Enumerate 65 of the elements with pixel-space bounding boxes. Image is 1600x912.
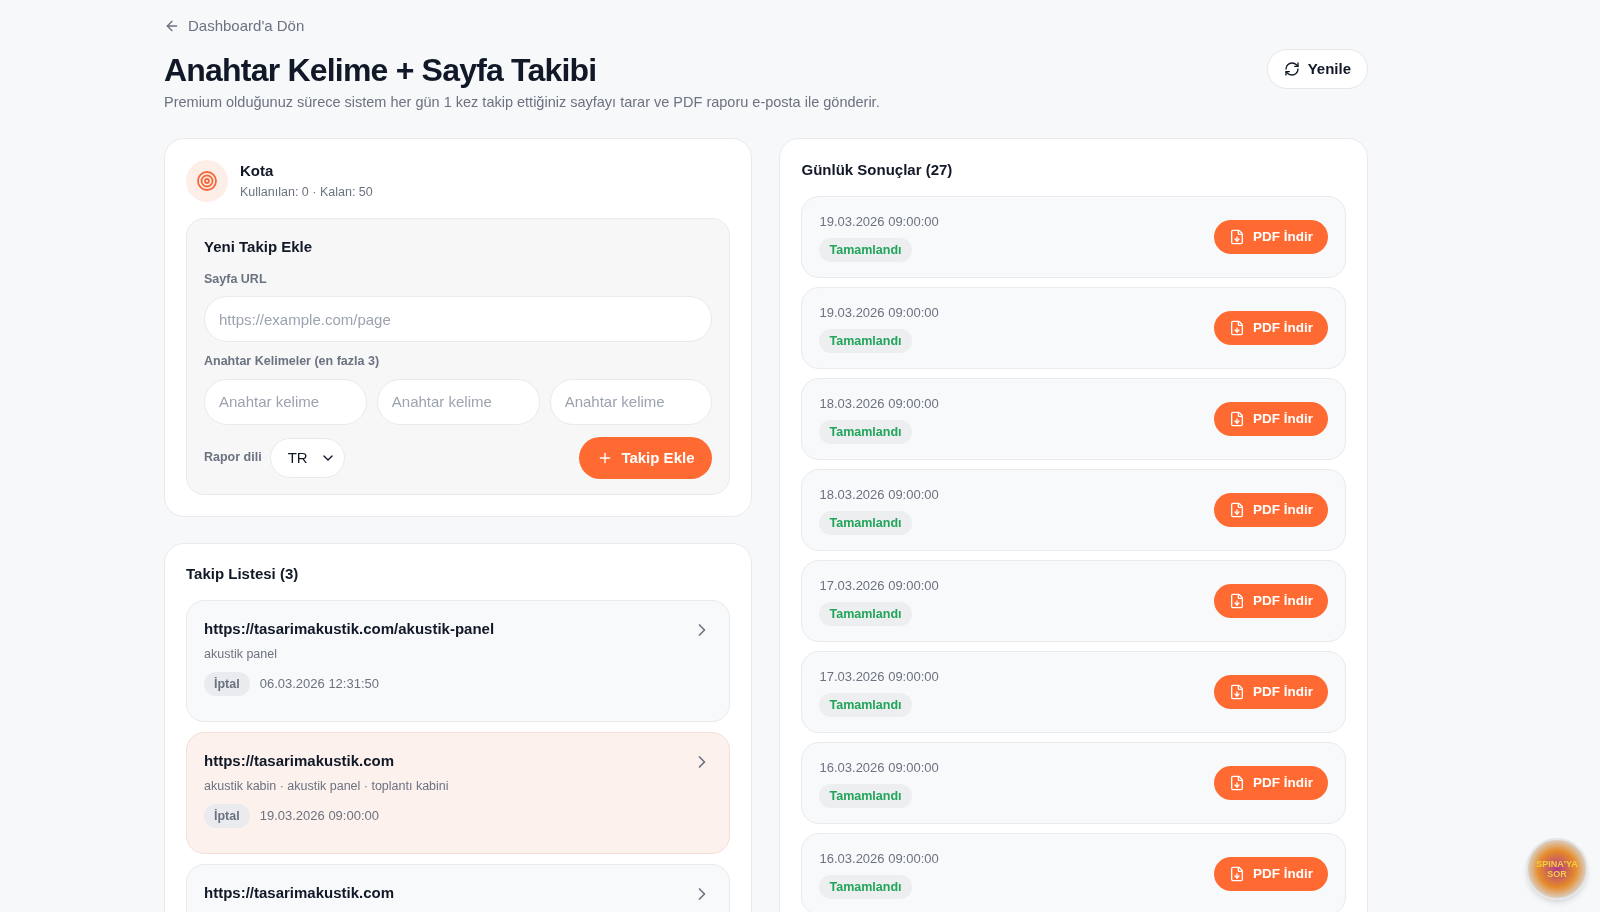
url-field[interactable]: https://example.com/page — [204, 296, 713, 342]
language-label: Rapor dili — [204, 449, 262, 467]
tracking-item[interactable]: https://tasarimakustik.com akustik kabin · akustik panel · toplantı kabini İptal 19.03.2026 09:00:00 — [186, 732, 731, 855]
status-badge: Tamamlandı — [819, 692, 912, 718]
tracking-item[interactable]: https://tasarimakustik.com/akustik-panel akustik panel İptal 06.03.2026 12:31:50 — [186, 600, 731, 723]
tracking-keywords: akustik kabin · akustik panel · toplantı kabini — [204, 777, 450, 795]
tracking-date: 19.03.2026 09:00:00 — [259, 807, 379, 826]
file-download-icon — [1229, 684, 1245, 701]
result-date: 18.03.2026 09:00:00 — [819, 395, 939, 414]
pdf-download-button[interactable]: PDF İndir — [1214, 857, 1328, 892]
page-subtitle: Premium olduğunuz sürece sistem her gün 1 kez takip ettiğiniz sayfayı tarar ve PDF raporu e-posta ile gönderir. — [164, 93, 880, 112]
file-download-icon — [1229, 411, 1245, 428]
file-download-icon — [1229, 775, 1245, 792]
tracking-url: https://tasarimakustik.com/akustik-panel — [204, 619, 495, 640]
result-date: 17.03.2026 09:00:00 — [819, 577, 939, 596]
page-title: Anahtar Kelime + Sayfa Takibi — [164, 51, 598, 90]
pdf-download-button[interactable]: PDF İndir — [1214, 584, 1328, 619]
keyword-field[interactable]: Anahtar kelime — [376, 378, 540, 425]
status-badge: Tamamlandı — [819, 510, 912, 536]
file-download-icon — [1229, 502, 1245, 519]
status-badge: Tamamlandı — [819, 783, 912, 809]
pdf-download-button[interactable]: PDF İndir — [1214, 402, 1328, 437]
pdf-download-button[interactable]: PDF İndir — [1214, 311, 1328, 346]
keyword-field[interactable]: Anahtar kelime — [204, 378, 367, 425]
result-date: 18.03.2026 09:00:00 — [819, 486, 939, 505]
pdf-download-button[interactable]: PDF İndir — [1214, 220, 1328, 255]
quota-detail: Kullanılan: 0 · Kalan: 50 — [240, 183, 373, 201]
status-badge: İptal — [204, 671, 250, 697]
tracking-url: https://tasarimakustik.com — [204, 751, 395, 772]
new-tracking-title: Yeni Takip Ekle — [204, 236, 314, 257]
status-badge: Tamamlandı — [819, 328, 912, 354]
status-badge: Tamamlandı — [819, 419, 912, 445]
tracking-list-title: Takip Listesi (3) — [186, 563, 300, 584]
back-link[interactable]: Dashboard'a Dön — [164, 16, 1368, 36]
status-badge: Tamamlandı — [819, 874, 912, 900]
result-date: 19.03.2026 09:00:00 — [819, 213, 939, 232]
tracking-keywords: akustik panel — [204, 645, 278, 663]
file-download-icon — [1229, 320, 1245, 337]
pdf-download-button[interactable]: PDF İndir — [1214, 493, 1328, 528]
target-icon — [186, 159, 228, 202]
file-download-icon — [1229, 866, 1245, 883]
status-badge: İptal — [204, 803, 250, 829]
tracking-url: https://tasarimakustik.com — [204, 883, 395, 904]
assistant-button[interactable]: SPINA'YA SOR — [1526, 838, 1588, 900]
result-date: 16.03.2026 09:00:00 — [819, 759, 939, 778]
pdf-download-button[interactable]: PDF İndir — [1214, 766, 1328, 801]
refresh-button[interactable]: Yenile — [1266, 49, 1368, 89]
file-download-icon — [1229, 229, 1245, 246]
result-date: 16.03.2026 09:00:00 — [819, 850, 939, 869]
result-date: 19.03.2026 09:00:00 — [819, 304, 939, 323]
tracking-item[interactable]: https://tasarimakustik.com — [186, 864, 731, 912]
language-select[interactable]: TR — [269, 437, 345, 478]
tracking-date: 06.03.2026 12:31:50 — [259, 675, 379, 694]
url-label: Sayfa URL — [204, 271, 268, 289]
status-badge: Tamamlandı — [819, 601, 912, 627]
keyword-field[interactable]: Anahtar kelime — [549, 378, 713, 425]
status-badge: Tamamlandı — [819, 237, 912, 263]
pdf-download-button[interactable]: PDF İndir — [1214, 675, 1328, 710]
refresh-icon — [1283, 61, 1300, 77]
keywords-label: Anahtar Kelimeler (en fazla 3) — [204, 353, 381, 370]
add-tracking-button[interactable]: Takip Ekle — [579, 436, 713, 479]
quota-title: Kota — [240, 161, 275, 182]
daily-results-title: Günlük Sonuçlar (27) — [801, 159, 954, 180]
file-download-icon — [1229, 593, 1245, 610]
result-date: 17.03.2026 09:00:00 — [819, 668, 939, 687]
